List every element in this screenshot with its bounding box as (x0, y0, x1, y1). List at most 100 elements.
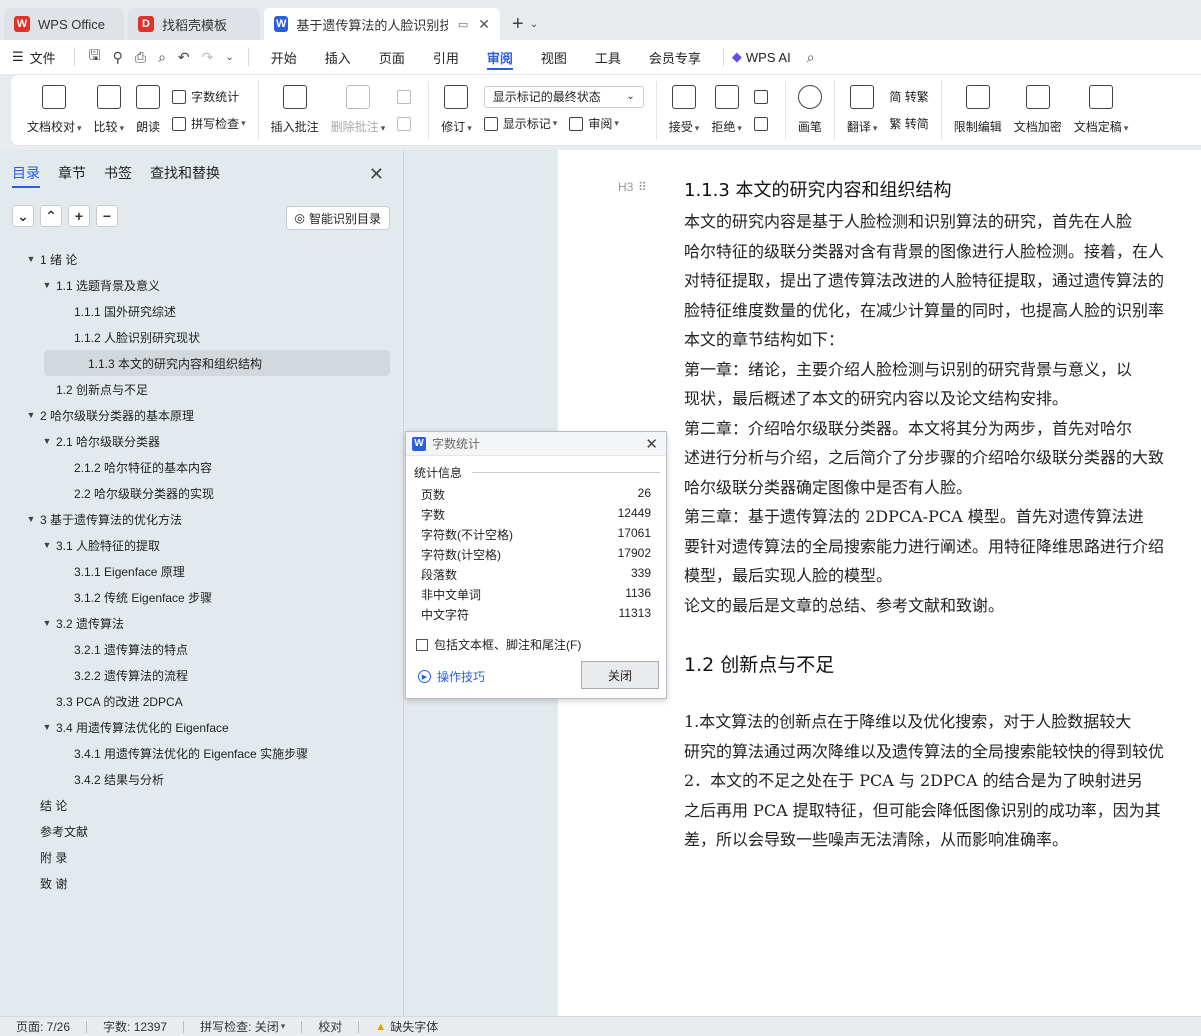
tab-view[interactable]: 视图 (527, 40, 581, 74)
track-changes-button[interactable]: 修订 ▾ (435, 81, 478, 139)
tips-link[interactable]: ▶ 操作技巧 (418, 668, 485, 685)
toc-item[interactable]: 2.1.2 哈尔特征的基本内容 (0, 454, 402, 480)
reject-button[interactable]: 拒绝 ▾ (705, 81, 748, 139)
toc-item[interactable]: 3.2.2 遗传算法的流程 (0, 662, 402, 688)
toc-item[interactable]: ▼ 1.1 选题背景及意义 (0, 272, 402, 298)
translate-button[interactable]: 翻译 ▾ (841, 81, 884, 139)
save-icon[interactable]: 🖫 (89, 45, 101, 69)
close-tab-icon[interactable]: ✕ (478, 16, 490, 33)
tab-document[interactable]: W 基于遗传算法的人脸识别技术 ▭ ✕ (264, 8, 500, 40)
missing-font-indicator[interactable]: ▲ 缺失字体 (375, 1018, 438, 1035)
insert-comment-button[interactable]: 插入批注 (265, 81, 325, 139)
wps-ai-button[interactable]: ◆ WPS AI (732, 49, 791, 65)
heading-level-marker[interactable]: H3 (618, 180, 633, 194)
expand-toggle-icon[interactable]: ▼ (40, 722, 54, 732)
expand-toggle-icon[interactable]: ▼ (40, 280, 54, 290)
tab-page[interactable]: 页面 (365, 40, 419, 74)
next-comment-button[interactable] (397, 113, 416, 135)
delete-comment-button[interactable]: 删除批注 ▾ (325, 81, 392, 139)
toc-item[interactable]: 1.1.2 人脸识别研究现状 (0, 324, 402, 350)
markup-state-select[interactable]: 显示标记的最终状态 ⌄ (483, 85, 644, 108)
toc-item[interactable]: 3.4.2 结果与分析 (0, 766, 402, 792)
checkbox-box[interactable] (416, 638, 428, 651)
toc-item[interactable]: 1.1.3 本文的研究内容和组织结构 (44, 350, 390, 376)
nav-tab-toc[interactable]: 目录 (12, 150, 40, 196)
toc-item[interactable]: 1.1.1 国外研究综述 (0, 298, 402, 324)
toc-item[interactable]: 附 录 (0, 844, 402, 870)
new-tab-button[interactable]: + ⌄ (504, 8, 546, 40)
toc-item[interactable]: ▼ 3.4 用遗传算法优化的 Eigenface (0, 714, 402, 740)
smart-toc-button[interactable]: ◎ 智能识别目录 (285, 206, 390, 230)
expand-toggle-icon[interactable]: ▼ (40, 618, 54, 628)
toc-item[interactable]: 3.4.1 用遗传算法优化的 Eigenface 实施步骤 (0, 740, 402, 766)
nav-tab-bookmarks[interactable]: 书签 (104, 150, 132, 196)
previous-change-button[interactable] (753, 86, 773, 108)
nav-tab-sections[interactable]: 章节 (58, 150, 86, 196)
nav-tab-find-replace[interactable]: 查找和替换 (150, 150, 220, 196)
previous-comment-button[interactable] (397, 86, 416, 108)
tab-member[interactable]: 会员专享 (635, 40, 715, 74)
review-pane-button[interactable]: 审阅 ▾ (569, 113, 619, 135)
to-traditional-button[interactable]: 简 转繁 (889, 86, 928, 108)
toc-item[interactable]: 3.3 PCA 的改进 2DPCA (0, 688, 402, 714)
add-heading-button[interactable]: + (68, 205, 90, 227)
toc-item[interactable]: 1.2 创新点与不足 (0, 376, 402, 402)
print-preview-icon[interactable]: ⌕ (158, 49, 166, 66)
pen-button[interactable]: 画笔 (792, 81, 828, 139)
toc-item[interactable]: ▼ 3.2 遗传算法 (0, 610, 402, 636)
toc-item[interactable]: 结 论 (0, 792, 402, 818)
tab-docer-templates[interactable]: D 找稻壳模板 (128, 8, 260, 40)
chevron-down-icon[interactable]: ⌄ (530, 19, 538, 30)
close-panel-icon[interactable]: ✕ (369, 164, 384, 185)
redo-icon[interactable]: ↷ (202, 49, 214, 66)
remove-heading-button[interactable]: − (96, 205, 118, 227)
expand-toggle-icon[interactable]: ▼ (40, 436, 54, 446)
monitor-icon[interactable]: ▭ (458, 18, 468, 31)
encrypt-button[interactable]: 文档加密 (1008, 81, 1068, 139)
expand-toggle-icon[interactable]: ▼ (24, 254, 38, 264)
include-notes-checkbox[interactable]: 包括文本框、脚注和尾注(F) (416, 636, 581, 653)
toc-item[interactable]: ▼ 2 哈尔级联分类器的基本原理 (0, 402, 402, 428)
finalize-button[interactable]: 文档定稿 ▾ (1068, 81, 1135, 139)
toc-item[interactable]: 3.1.2 传统 Eigenface 步骤 (0, 584, 402, 610)
print-icon[interactable]: ⎙ (135, 49, 146, 66)
toc-item[interactable]: 3.1.1 Eigenface 原理 (0, 558, 402, 584)
chevron-down-icon[interactable]: ⌄ (225, 52, 233, 63)
tab-wps-office[interactable]: W WPS Office (4, 8, 124, 40)
tab-home[interactable]: 开始 (257, 40, 311, 74)
toc-item[interactable]: 3.2.1 遗传算法的特点 (0, 636, 402, 662)
restrict-edit-button[interactable]: 限制编辑 (948, 81, 1008, 139)
show-markup-button[interactable]: 显示标记 ▾ (483, 113, 557, 135)
toc-item[interactable]: 参考文献 (0, 818, 402, 844)
doc-check-button[interactable]: 文档校对 ▾ (21, 81, 88, 139)
compare-button[interactable]: 比较 ▾ (88, 81, 131, 139)
expand-toggle-icon[interactable]: ▼ (24, 514, 38, 524)
proof-indicator[interactable]: 校对 (318, 1018, 342, 1035)
toc-item[interactable]: ▼ 3 基于遗传算法的优化方法 (0, 506, 402, 532)
spell-check-indicator[interactable]: 拼写检查: 关闭 ▾ (200, 1018, 285, 1035)
expand-toggle-icon[interactable]: ▼ (24, 410, 38, 420)
tab-insert[interactable]: 插入 (311, 40, 365, 74)
toc-item[interactable]: 致 谢 (0, 870, 402, 896)
toc-item[interactable]: ▼ 2.1 哈尔级联分类器 (0, 428, 402, 454)
search-icon[interactable]: ⌕ (807, 49, 815, 66)
expand-down-button[interactable]: ⌄ (12, 205, 34, 227)
close-icon[interactable]: ✕ (645, 435, 658, 453)
page-indicator[interactable]: 页面: 7/26 (16, 1018, 70, 1035)
spell-check-button[interactable]: 拼写检查 ▾ (172, 113, 246, 135)
tab-tools[interactable]: 工具 (581, 40, 635, 74)
undo-icon[interactable]: ↶ (178, 49, 190, 66)
tab-review[interactable]: 审阅 (473, 40, 527, 74)
toc-item[interactable]: ▼ 1 绪 论 (0, 246, 402, 272)
toc-item[interactable]: 2.2 哈尔级联分类器的实现 (0, 480, 402, 506)
drag-handle-icon[interactable]: ⠿ (638, 180, 647, 194)
to-simplified-button[interactable]: 繁 转简 (889, 113, 928, 135)
share-icon[interactable]: ⚲ (113, 49, 123, 66)
read-aloud-button[interactable]: 朗读 (130, 81, 166, 139)
file-menu[interactable]: ☰ 文件 (12, 48, 56, 67)
expand-toggle-icon[interactable]: ▼ (40, 540, 54, 550)
accept-button[interactable]: 接受 ▾ (663, 81, 706, 139)
collapse-up-button[interactable]: ⌃ (40, 205, 62, 227)
tab-references[interactable]: 引用 (419, 40, 473, 74)
word-count-button[interactable]: 字数统计 (172, 86, 246, 108)
